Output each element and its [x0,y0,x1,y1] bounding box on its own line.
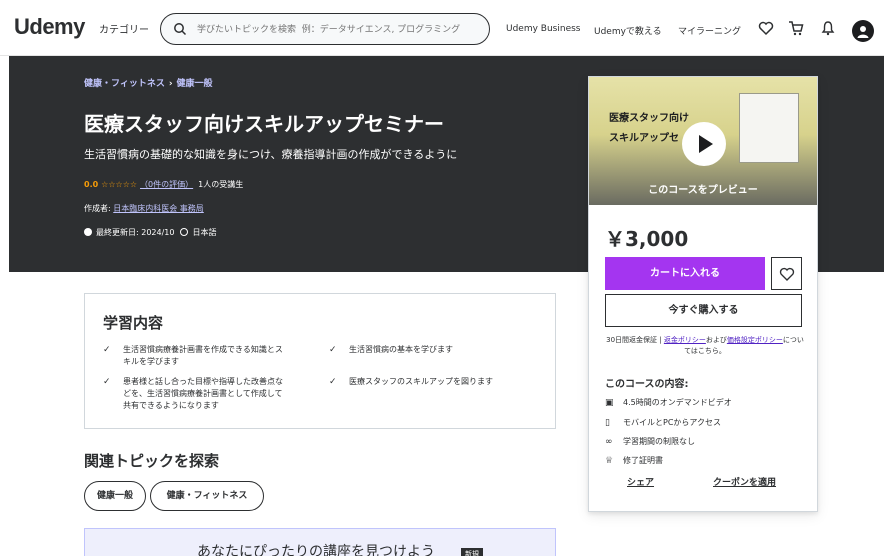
apply-coupon-button[interactable]: クーポンを適用 [713,475,776,488]
include-label: 4.5時間のオンデマンドビデオ [623,398,732,407]
includes-title: このコースの内容: [605,379,689,390]
include-label: 学習期間の制限なし [623,437,695,446]
learn-item: ✓ 生活習慣病の基本を学びます [329,344,549,358]
author-link[interactable]: 日本臨床内科医会 事務局 [113,204,204,213]
author-label: 作成者: [84,204,114,213]
include-item: ♕ 修了証明書 [605,455,663,466]
video-icon: ▣ [605,398,614,408]
course-meta: 最終更新日: 2024/10 日本語 [84,227,216,238]
pricing-policy-link[interactable]: 価格設定ポリシー [727,336,783,344]
learn-item: ✓ 患者様と話し合った目標や指導した改善点な どを、生活習慣病療養計画書として作成… [103,376,323,414]
teach-link[interactable]: Udemyで教える [594,24,662,37]
preview-cta[interactable]: このコースをプレビュー [589,181,817,196]
learn-item: ✓ 生活習慣病療養計画書を作成できる知識とス キルを学びます [103,344,323,370]
logo-text: Udemy [14,14,85,39]
include-item: ▯ モバイルとPCからアクセス [605,417,721,428]
rating-value: 0.0 [84,180,99,189]
globe-icon [180,228,189,236]
include-label: モバイルとPCからアクセス [623,418,722,427]
rating-row: 0.0 ☆☆☆☆☆ （0件の評価） 1人の受講生 [84,179,243,190]
topic-general-health[interactable]: 健康一般 [84,481,146,511]
check-icon: ✓ [103,345,111,355]
include-label: 修了証明書 [623,456,663,465]
purchase-card: 医療スタッフ向け スキルアップセ このコースをプレビュー ￥3,000 カートに… [588,76,818,512]
wishlist-button[interactable] [771,257,802,290]
heart-icon[interactable] [758,20,774,36]
bell-icon[interactable] [820,20,836,36]
guarantee-and: および [705,336,727,344]
trophy-icon: ♕ [605,456,614,466]
check-icon: ✓ [103,377,111,387]
udemy-logo[interactable]: Udemy [14,14,85,40]
search-bar[interactable] [160,13,490,45]
categories-link[interactable]: カテゴリー [99,21,149,36]
learn-item-text: 患者様と話し合った目標や指導した改善点な どを、生活習慣病療養計画書として作成し… [123,377,283,410]
alert-icon [84,228,92,236]
breadcrumb-health-fitness[interactable]: 健康・フィットネス [84,79,165,89]
guarantee-text: 30日間返金保証 | [606,336,664,344]
last-updated: 最終更新日: 2024/10 [96,228,175,237]
include-item: ∞ 学習期間の制限なし [605,436,695,447]
user-avatar[interactable] [852,20,874,42]
star-rating-icon: ☆☆☆☆☆ [101,180,138,189]
course-price: ￥3,000 [605,227,689,251]
course-subtitle: 生活習慣病の基礎的な知識を身につけ、療養指導計画の作成ができるように [84,148,458,161]
user-icon [857,26,869,38]
preview-title-line2: スキルアップセ [609,133,679,144]
check-icon: ✓ [329,345,337,355]
course-title: 医療スタッフ向けスキルアップセミナー [84,112,444,136]
author-row: 作成者: 日本臨床内科医会 事務局 [84,203,204,214]
topic-health-fitness[interactable]: 健康・フィットネス [150,481,264,511]
play-icon[interactable] [682,122,726,166]
reviews-link[interactable]: （0件の評価） [140,180,193,189]
check-icon: ✓ [329,377,337,387]
heart-icon [779,267,795,281]
related-topics-title: 関連トピックを探索 [84,452,220,470]
mobile-icon: ▯ [605,418,610,428]
breadcrumb-separator: › [168,79,173,89]
learn-item: ✓ 医療スタッフのスキルアップを図ります [329,376,549,390]
breadcrumb: 健康・フィットネス › 健康一般 [84,76,213,89]
top-navigation: Udemy カテゴリー Udemy Business Udemyで教える マイラ… [0,0,884,56]
add-to-cart-button[interactable]: カートに入れる [605,257,765,290]
breadcrumb-general-health[interactable]: 健康一般 [177,79,213,89]
buy-now-button[interactable]: 今すぐ購入する [605,294,802,327]
cart-icon[interactable] [788,20,804,36]
preview-title-line1: 医療スタッフ向け [609,113,689,124]
banner-text: あなたにぴったりの講座を見つけよう [197,544,435,556]
learn-item-text: 生活習慣病療養計画書を作成できる知識とス キルを学びます [123,345,283,366]
money-back-guarantee: 30日間返金保証 | 返金ポリシーおよび価格設定ポリシーについてはこちら。 [605,335,805,357]
recommendation-banner[interactable]: あなたにぴったりの講座を見つけよう 新規 [84,528,556,556]
learn-item-text: 生活習慣病の基本を学びます [349,345,453,354]
new-badge: 新規 [461,548,483,556]
search-input[interactable] [197,21,482,38]
share-button[interactable]: シェア [627,475,654,488]
refund-policy-link[interactable]: 返金ポリシー [664,336,706,344]
learn-title: 学習内容 [103,314,164,332]
learn-item-text: 医療スタッフのスキルアップを図ります [349,377,493,386]
document-illustration [739,93,799,163]
infinity-icon: ∞ [605,437,613,447]
udemy-business-link[interactable]: Udemy Business [506,24,580,34]
student-count: 1人の受講生 [198,180,244,189]
include-item: ▣ 4.5時間のオンデマンドビデオ [605,397,732,408]
my-learning-link[interactable]: マイラーニング [678,24,741,37]
course-preview[interactable]: 医療スタッフ向け スキルアップセ このコースをプレビュー [589,77,817,205]
search-icon[interactable] [173,22,187,36]
course-language: 日本語 [192,228,217,237]
what-you-will-learn: 学習内容 ✓ 生活習慣病療養計画書を作成できる知識とス キルを学びます ✓ 生活習慣… [84,293,556,429]
